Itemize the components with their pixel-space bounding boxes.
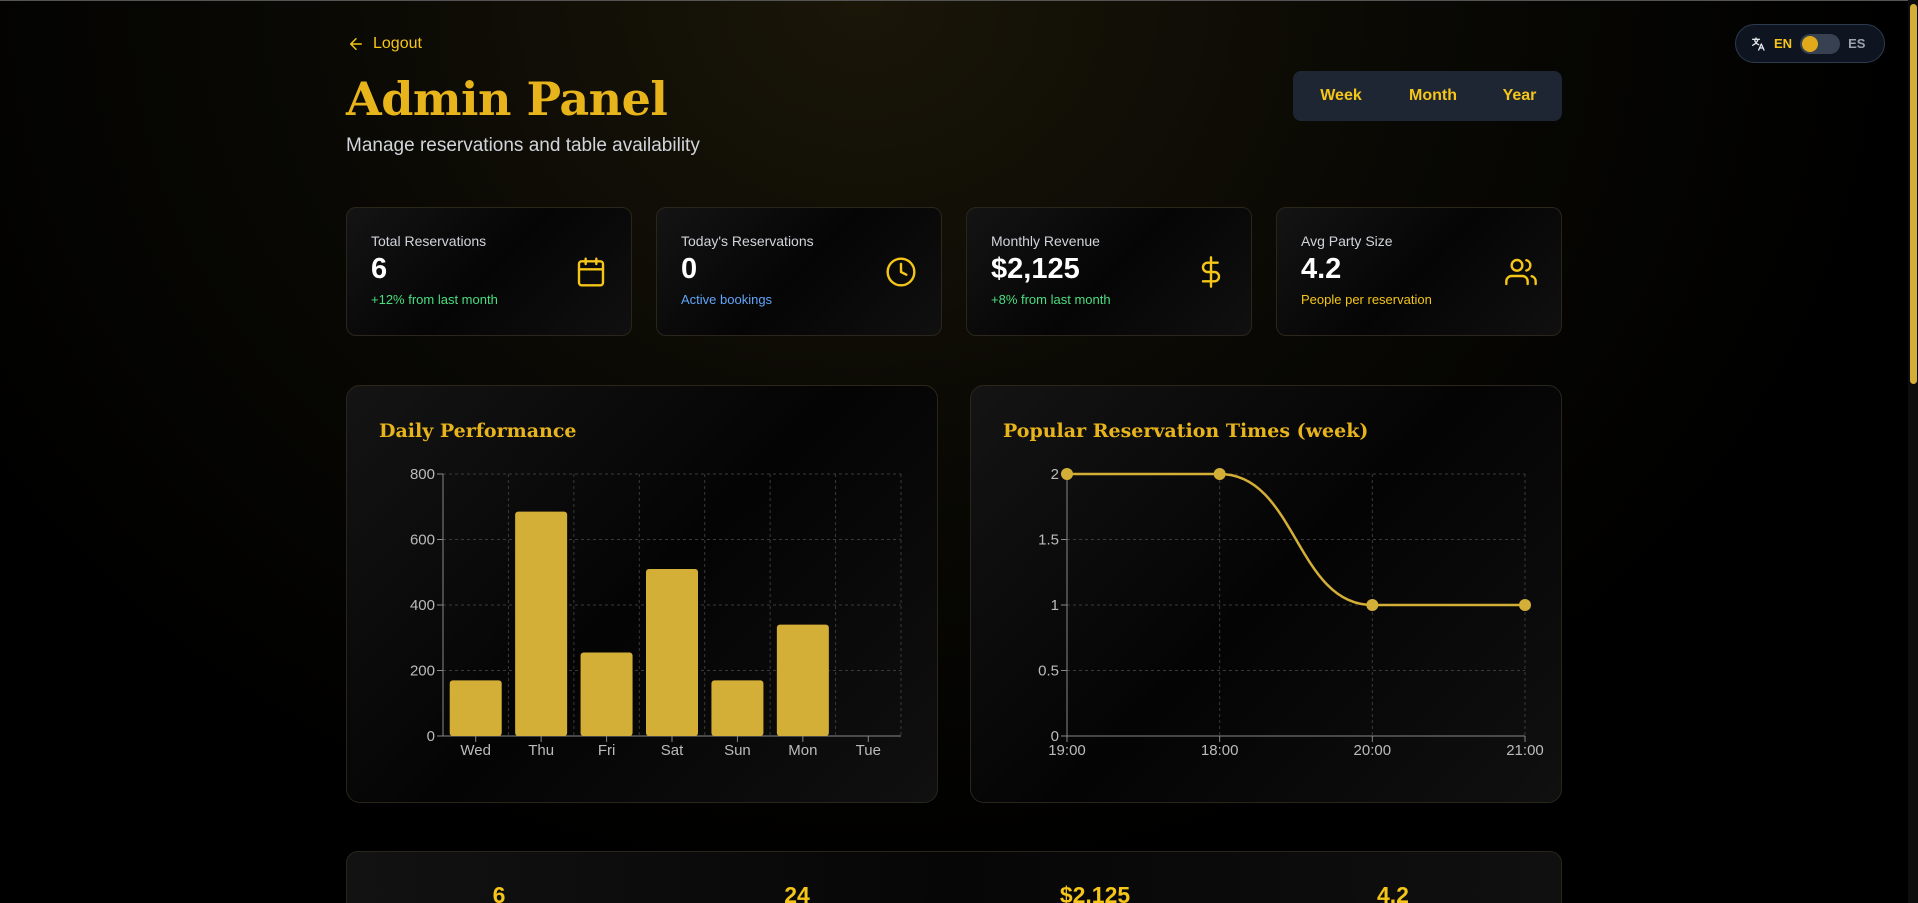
period-month-button[interactable]: Month — [1389, 75, 1477, 117]
calendar-icon — [577, 257, 605, 287]
scrollbar[interactable] — [1908, 0, 1918, 903]
bar-wed — [449, 680, 502, 736]
bar-sat — [646, 568, 698, 736]
bar-mon — [776, 624, 829, 736]
language-toggle[interactable] — [1800, 33, 1841, 54]
daily-performance-chart: 0 200 400 600 800 Wed Thu Fri Sat Sun Mon Tue — [410, 466, 902, 759]
x-tick-label: Thu — [528, 742, 554, 759]
y-tick-label: 1 — [1051, 597, 1059, 614]
bar-fri — [580, 652, 633, 736]
page-subtitle: Manage reservations and table availabili… — [346, 135, 700, 156]
period-week-button[interactable]: Week — [1297, 75, 1385, 117]
arrow-left-icon — [350, 38, 362, 50]
scrollbar-thumb[interactable] — [1910, 4, 1917, 384]
summary-reservations: 6 — [492, 882, 506, 903]
page-title: Admin Panel — [346, 72, 668, 126]
stat-card-monthly-revenue: Monthly Revenue $2,125 +8% from last mon… — [966, 207, 1252, 336]
logout-link[interactable]: Logout — [347, 35, 422, 53]
stat-value: 6 — [371, 253, 388, 285]
language-switcher[interactable]: EN ES — [1735, 24, 1885, 63]
summary-guests: 24 — [784, 882, 810, 903]
lang-es-label[interactable]: ES — [1848, 36, 1865, 51]
x-tick-label: Sat — [661, 742, 684, 759]
stat-note: +12% from last month — [371, 292, 498, 307]
stat-label: Monthly Revenue — [991, 233, 1100, 249]
daily-performance-panel: Daily Performance 0 200 400 600 800 Wed Thu Fri… — [346, 385, 938, 803]
data-point — [1366, 599, 1379, 611]
top-border — [0, 0, 1918, 1]
x-tick-label: Sun — [724, 742, 751, 759]
period-selector: Week Month Year — [1293, 71, 1562, 121]
x-tick-label: 19:00 — [1048, 742, 1086, 759]
popular-times-panel: Popular Reservation Times (week) 0 0.5 1 1.… — [970, 385, 1562, 803]
x-tick-label: Fri — [598, 742, 616, 759]
logout-label: Logout — [373, 35, 422, 52]
stat-note: Active bookings — [681, 292, 773, 307]
translate-icon — [1752, 36, 1765, 51]
toggle-knob — [1802, 35, 1819, 52]
stat-label: Today's Reservations — [681, 233, 814, 249]
y-tick-label: 200 — [410, 663, 435, 680]
summary-revenue: $2,125 — [1059, 882, 1131, 903]
summary-party-size: 4.2 — [1377, 882, 1409, 903]
bar-thu — [515, 511, 568, 736]
clock-icon — [886, 257, 916, 287]
x-tick-label: 21:00 — [1506, 742, 1544, 759]
x-tick-label: Mon — [788, 742, 817, 759]
stat-label: Avg Party Size — [1301, 233, 1393, 249]
data-point — [1061, 468, 1073, 480]
data-point — [1519, 599, 1531, 611]
users-icon — [1505, 258, 1537, 286]
stat-label: Total Reservations — [371, 233, 487, 249]
y-tick-label: 0.5 — [1038, 663, 1059, 680]
x-tick-label: 20:00 — [1354, 742, 1392, 759]
period-year-button[interactable]: Year — [1481, 75, 1558, 117]
lang-en-label[interactable]: EN — [1774, 36, 1792, 51]
stat-note: +8% from last month — [991, 292, 1111, 307]
stat-card-total-reservations: Total Reservations 6 +12% from last mont… — [346, 207, 632, 336]
y-tick-label: 0 — [427, 728, 435, 745]
bar-sun — [711, 680, 764, 736]
y-tick-label: 1.5 — [1038, 532, 1059, 549]
x-tick-label: Tue — [856, 742, 881, 759]
stat-card-avg-party-size: Avg Party Size 4.2 People per reservatio… — [1276, 207, 1562, 336]
summary-bar: 6 24 $2,125 4.2 — [346, 851, 1562, 903]
dollar-icon — [1201, 256, 1221, 288]
y-tick-label: 2 — [1051, 466, 1059, 483]
stat-value: 0 — [681, 253, 698, 285]
stat-note: People per reservation — [1301, 292, 1432, 307]
popular-times-chart: 00.511.5219:00 18:00 20:00 21:00 — [1038, 466, 1544, 759]
x-tick-label: Wed — [460, 742, 491, 759]
stat-card-today-reservations: Today's Reservations 0 Active bookings — [656, 207, 942, 336]
y-tick-label: 400 — [410, 597, 435, 614]
stat-value: $2,125 — [991, 253, 1080, 285]
y-tick-label: 600 — [410, 532, 435, 549]
data-point — [1213, 468, 1226, 480]
stat-value: 4.2 — [1301, 253, 1342, 285]
y-tick-label: 800 — [410, 466, 435, 483]
x-tick-label: 18:00 — [1201, 742, 1239, 759]
